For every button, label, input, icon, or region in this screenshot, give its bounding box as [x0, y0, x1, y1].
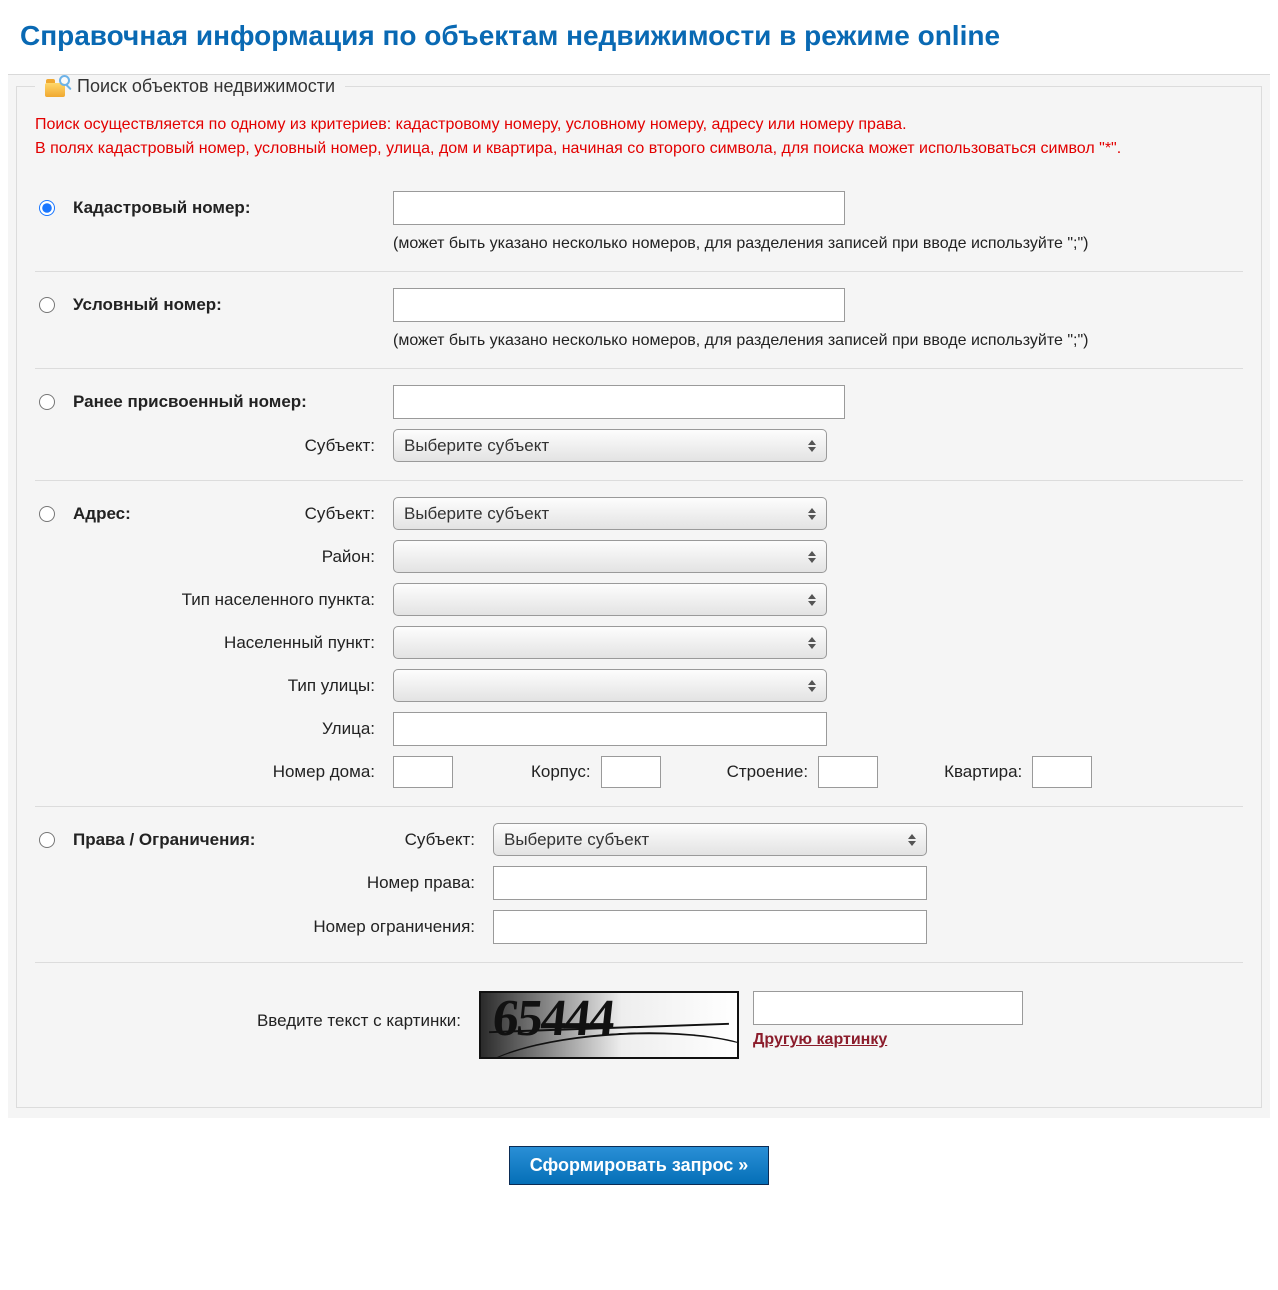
section-previous: Ранее присвоенный номер: Субъект: Выбери…	[35, 369, 1243, 481]
chevron-updown-icon	[808, 680, 816, 692]
submit-button[interactable]: Сформировать запрос »	[509, 1146, 770, 1185]
page-title: Справочная информация по объектам недвиж…	[20, 20, 1270, 52]
section-address: Адрес: Субъект: Выберите субъект Район:	[35, 481, 1243, 807]
select-settlement[interactable]	[393, 626, 827, 659]
chevron-updown-icon	[808, 440, 816, 452]
input-house[interactable]	[393, 756, 453, 788]
input-right-no[interactable]	[493, 866, 927, 900]
input-street[interactable]	[393, 712, 827, 746]
section-rights: Права / Ограничения: Субъект: Выберите с…	[35, 807, 1243, 963]
input-building[interactable]	[818, 756, 878, 788]
hint-line-1: Поиск осуществляется по одному из критер…	[35, 116, 907, 133]
label-building: Строение:	[727, 762, 809, 782]
chevron-updown-icon	[808, 637, 816, 649]
label-address-subject: Субъект:	[305, 504, 375, 524]
radio-rights[interactable]	[39, 832, 55, 848]
section-conditional: Условный номер: (может быть указано неск…	[35, 272, 1243, 369]
search-hint: Поиск осуществляется по одному из критер…	[35, 113, 1243, 161]
link-other-captcha[interactable]: Другую картинку	[753, 1031, 1023, 1049]
label-house: Номер дома:	[73, 762, 379, 782]
label-settlement: Населенный пункт:	[73, 633, 379, 653]
input-flat[interactable]	[1032, 756, 1092, 788]
select-rights-subject-value: Выберите субъект	[504, 830, 649, 850]
folder-search-icon	[45, 75, 71, 97]
label-restriction-no: Номер ограничения:	[73, 917, 479, 937]
section-captcha: Введите текст с картинки: 65444 Другую к…	[35, 963, 1243, 1077]
label-address: Адрес:	[73, 504, 131, 524]
input-korpus[interactable]	[601, 756, 661, 788]
radio-cadastral[interactable]	[39, 200, 55, 216]
panel-wrapper: Поиск объектов недвижимости Поиск осущес…	[8, 74, 1270, 1118]
panel-legend: Поиск объектов недвижимости	[35, 75, 345, 97]
radio-address[interactable]	[39, 506, 55, 522]
select-district[interactable]	[393, 540, 827, 573]
label-korpus: Корпус:	[531, 762, 591, 782]
label-cadastral: Кадастровый номер:	[73, 198, 379, 218]
label-street: Улица:	[73, 719, 379, 739]
chevron-updown-icon	[808, 508, 816, 520]
chevron-updown-icon	[808, 551, 816, 563]
label-rights: Права / Ограничения:	[73, 830, 255, 850]
select-address-subject-value: Выберите субъект	[404, 504, 549, 524]
label-district: Район:	[73, 547, 379, 567]
label-previous-subject: Субъект:	[73, 436, 379, 456]
input-conditional-number[interactable]	[393, 288, 845, 322]
search-panel: Поиск объектов недвижимости Поиск осущес…	[16, 75, 1262, 1108]
input-restriction-no[interactable]	[493, 910, 927, 944]
label-flat: Квартира:	[944, 762, 1022, 782]
select-street-type[interactable]	[393, 669, 827, 702]
captcha-image: 65444	[479, 991, 739, 1059]
hint-cadastral: (может быть указано несколько номеров, д…	[393, 235, 1243, 253]
label-right-no: Номер права:	[73, 873, 479, 893]
panel-legend-text: Поиск объектов недвижимости	[77, 76, 335, 97]
label-rights-subject: Субъект:	[405, 830, 475, 850]
radio-previous[interactable]	[39, 394, 55, 410]
select-previous-subject[interactable]: Выберите субъект	[393, 429, 827, 462]
label-settlement-type: Тип населенного пункта:	[73, 590, 379, 610]
input-cadastral-number[interactable]	[393, 191, 845, 225]
input-captcha[interactable]	[753, 991, 1023, 1025]
select-settlement-type[interactable]	[393, 583, 827, 616]
input-previous-number[interactable]	[393, 385, 845, 419]
chevron-updown-icon	[908, 834, 916, 846]
label-conditional: Условный номер:	[73, 295, 379, 315]
select-previous-subject-value: Выберите субъект	[404, 436, 549, 456]
select-address-subject[interactable]: Выберите субъект	[393, 497, 827, 530]
label-captcha: Введите текст с картинки:	[35, 991, 465, 1031]
select-rights-subject[interactable]: Выберите субъект	[493, 823, 927, 856]
radio-conditional[interactable]	[39, 297, 55, 313]
hint-line-2: В полях кадастровый номер, условный номе…	[35, 140, 1121, 157]
chevron-updown-icon	[808, 594, 816, 606]
label-previous: Ранее присвоенный номер:	[73, 392, 379, 412]
hint-conditional: (может быть указано несколько номеров, д…	[393, 332, 1243, 350]
section-cadastral: Кадастровый номер: (может быть указано н…	[35, 175, 1243, 272]
label-street-type: Тип улицы:	[73, 676, 379, 696]
